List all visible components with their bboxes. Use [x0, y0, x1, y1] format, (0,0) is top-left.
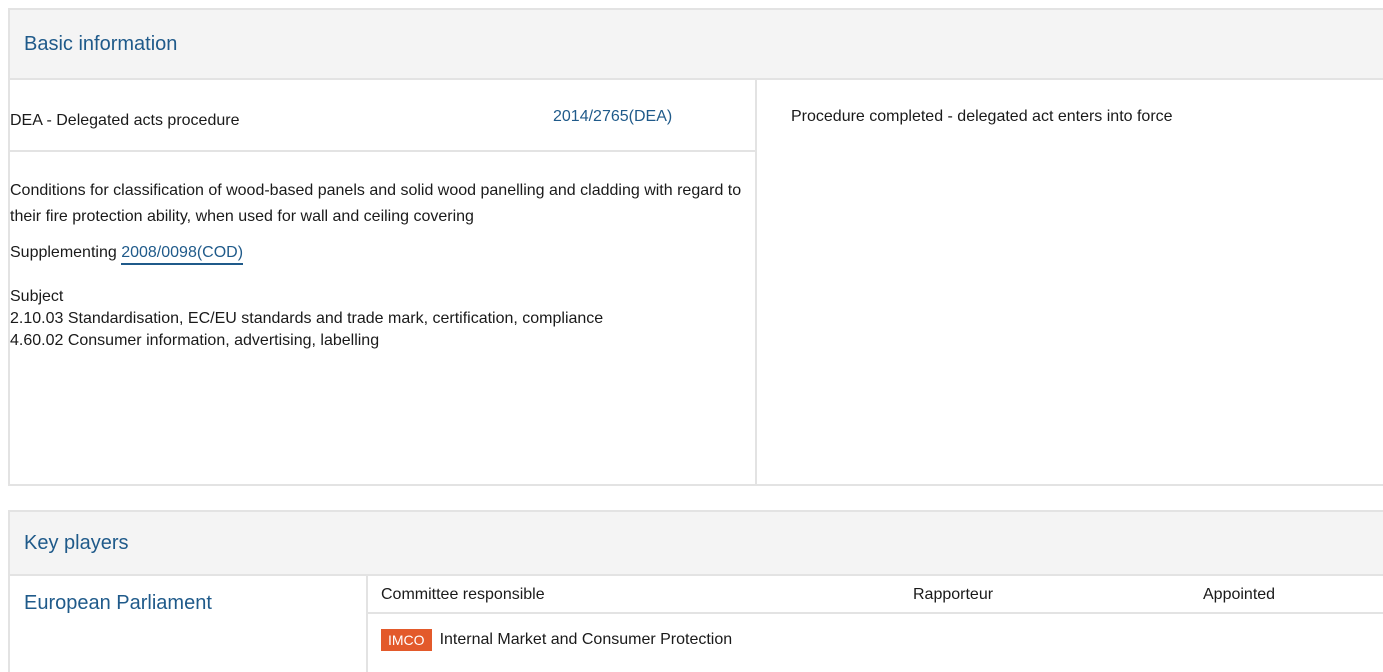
procedure-type: DEA - Delegated acts procedure: [10, 112, 240, 129]
basic-information-header: Basic information: [10, 10, 1383, 80]
committee-row: IMCO Internal Market and Consumer Protec…: [368, 614, 1383, 651]
procedure-details-column: DEA - Delegated acts procedure 2014/2765…: [10, 80, 757, 484]
subject-item: 2.10.03 Standardisation, EC/EU standards…: [10, 310, 604, 327]
institution-link[interactable]: European Parliament: [24, 592, 212, 614]
roles-column: Committee responsible Rapporteur Appoint…: [368, 576, 1383, 672]
basic-information-panel: Basic information DEA - Delegated acts p…: [8, 8, 1383, 486]
procedure-status: Procedure completed - delegated act ente…: [791, 108, 1173, 125]
procedure-type-row: DEA - Delegated acts procedure 2014/2765…: [10, 80, 755, 152]
key-players-header: Key players: [10, 512, 1383, 576]
committee-responsible-header: Committee responsible: [381, 586, 545, 603]
institution-column: European Parliament: [10, 576, 368, 672]
appointed-header: Appointed: [1203, 586, 1276, 603]
procedure-details: Conditions for classification of wood-ba…: [10, 152, 755, 352]
key-players-body: European Parliament Committee responsibl…: [10, 576, 1383, 672]
subject-block: Subject 2.10.03 Standardisation, EC/EU s…: [10, 286, 755, 352]
procedure-title: Conditions for classification of wood-ba…: [10, 182, 742, 225]
basic-information-body: DEA - Delegated acts procedure 2014/2765…: [10, 80, 1383, 484]
rapporteur-header: Rapporteur: [913, 586, 994, 603]
procedure-reference: 2014/2765(DEA): [553, 108, 673, 125]
committee-badge: IMCO: [381, 629, 432, 651]
supplementing-procedure-link[interactable]: 2008/0098(COD): [121, 244, 244, 265]
basic-information-title: Basic information: [24, 32, 178, 55]
roles-header-row: Committee responsible Rapporteur Appoint…: [368, 576, 1383, 614]
key-players-title: Key players: [24, 531, 129, 554]
supplementing-line: Supplementing 2008/0098(COD): [10, 240, 755, 266]
committee-name: Internal Market and Consumer Protection: [439, 631, 733, 648]
key-players-panel: Key players European Parliament Committe…: [8, 510, 1383, 672]
subject-label: Subject: [10, 288, 64, 305]
supplementing-label: Supplementing: [10, 244, 117, 261]
procedure-status-column: Procedure completed - delegated act ente…: [757, 80, 1383, 484]
subject-item: 4.60.02 Consumer information, advertisin…: [10, 332, 380, 349]
